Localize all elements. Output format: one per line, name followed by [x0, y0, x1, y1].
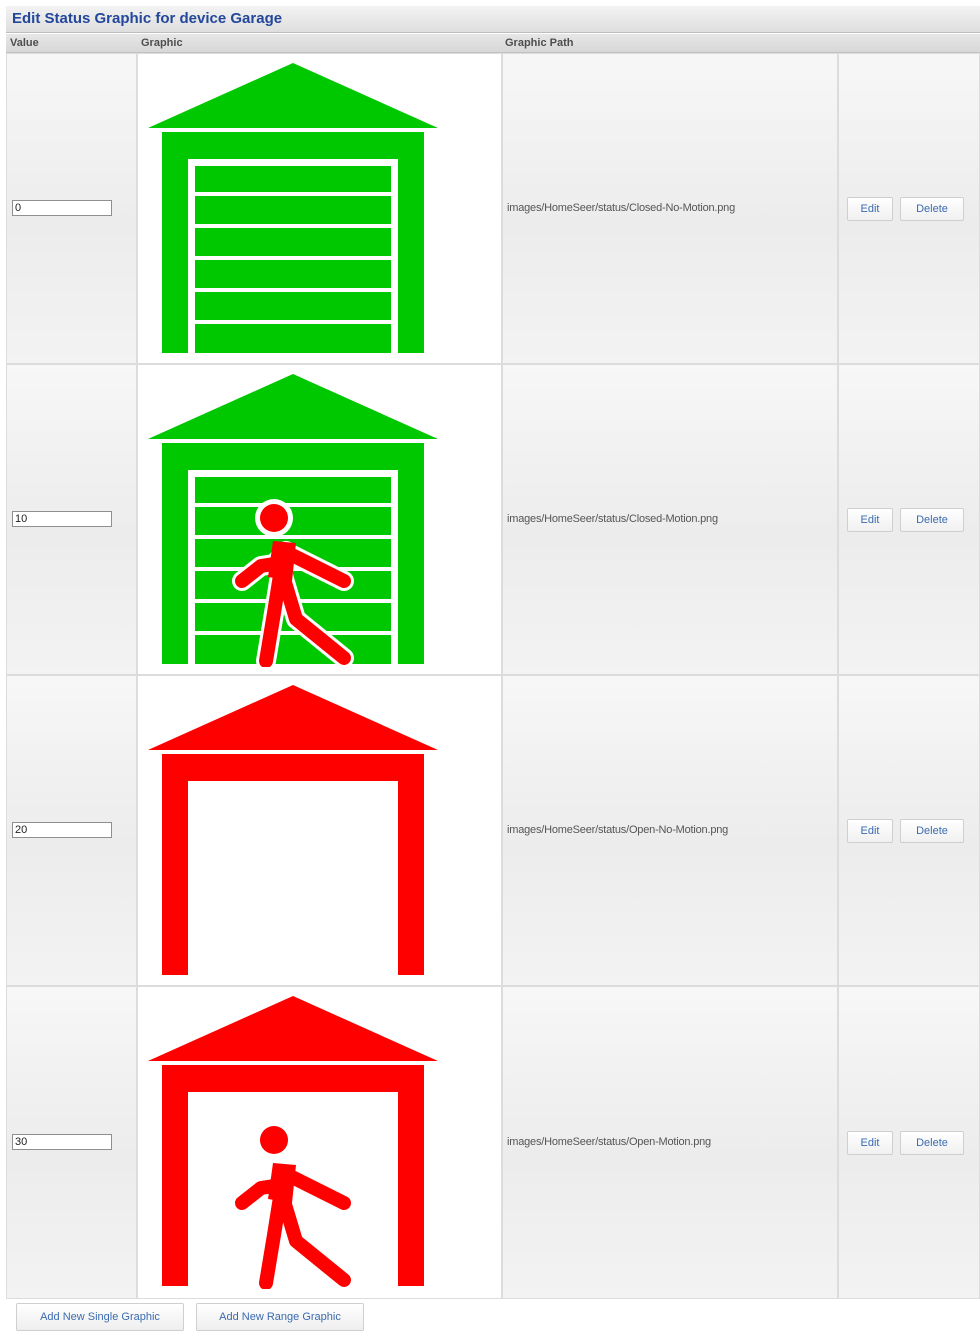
column-header-value: Value	[10, 37, 39, 49]
path-cell: images/HomeSeer/status/Closed-Motion.png	[502, 364, 838, 675]
delete-button[interactable]: Delete	[900, 819, 964, 843]
graphic-path: images/HomeSeer/status/Closed-No-Motion.…	[507, 202, 736, 214]
garage-open-no-motion-icon	[146, 682, 446, 982]
graphic-path: images/HomeSeer/status/Closed-Motion.png	[507, 513, 718, 525]
delete-button[interactable]: Delete	[900, 508, 964, 532]
path-cell: images/HomeSeer/status/Closed-No-Motion.…	[502, 53, 838, 364]
edit-button[interactable]: Edit	[847, 508, 893, 532]
value-cell	[6, 364, 137, 675]
table-header: Value Graphic Graphic Path	[6, 34, 980, 53]
add-single-graphic-button[interactable]: Add New Single Graphic	[16, 1303, 184, 1331]
edit-button[interactable]: Edit	[847, 197, 893, 221]
graphic-path: images/HomeSeer/status/Open-No-Motion.pn…	[507, 824, 729, 836]
value-input[interactable]	[12, 511, 112, 527]
path-cell: images/HomeSeer/status/Open-Motion.png	[502, 986, 838, 1299]
page-title: Edit Status Graphic for device Garage	[12, 10, 283, 27]
edit-button[interactable]: Edit	[847, 1131, 893, 1155]
title-bar: Edit Status Graphic for device Garage	[6, 6, 980, 33]
table-row: images/HomeSeer/status/Closed-No-Motion.…	[6, 53, 980, 364]
footer-toolbar: Add New Single Graphic Add New Range Gra…	[6, 1300, 980, 1332]
actions-cell: Edit Delete	[838, 986, 980, 1299]
delete-button[interactable]: Delete	[900, 1131, 964, 1155]
value-cell	[6, 986, 137, 1299]
garage-closed-motion-icon	[146, 371, 446, 671]
garage-closed-no-motion-icon	[146, 60, 446, 360]
table-row: images/HomeSeer/status/Closed-Motion.png…	[6, 364, 980, 675]
graphic-cell	[137, 675, 502, 986]
value-cell	[6, 675, 137, 986]
column-header-graphic: Graphic	[141, 37, 183, 49]
table-row: images/HomeSeer/status/Open-Motion.png E…	[6, 986, 980, 1299]
graphic-path: images/HomeSeer/status/Open-Motion.png	[507, 1136, 711, 1148]
graphic-cell	[137, 986, 502, 1299]
table-row: images/HomeSeer/status/Open-No-Motion.pn…	[6, 675, 980, 986]
garage-open-motion-icon	[146, 993, 446, 1293]
column-header-path: Graphic Path	[505, 37, 574, 49]
edit-button[interactable]: Edit	[847, 819, 893, 843]
delete-button[interactable]: Delete	[900, 197, 964, 221]
path-cell: images/HomeSeer/status/Open-No-Motion.pn…	[502, 675, 838, 986]
actions-cell: Edit Delete	[838, 364, 980, 675]
add-range-graphic-button[interactable]: Add New Range Graphic	[196, 1303, 364, 1331]
actions-cell: Edit Delete	[838, 53, 980, 364]
value-input[interactable]	[12, 1134, 112, 1150]
graphic-cell	[137, 53, 502, 364]
value-input[interactable]	[12, 822, 112, 838]
graphic-cell	[137, 364, 502, 675]
actions-cell: Edit Delete	[838, 675, 980, 986]
value-cell	[6, 53, 137, 364]
value-input[interactable]	[12, 200, 112, 216]
